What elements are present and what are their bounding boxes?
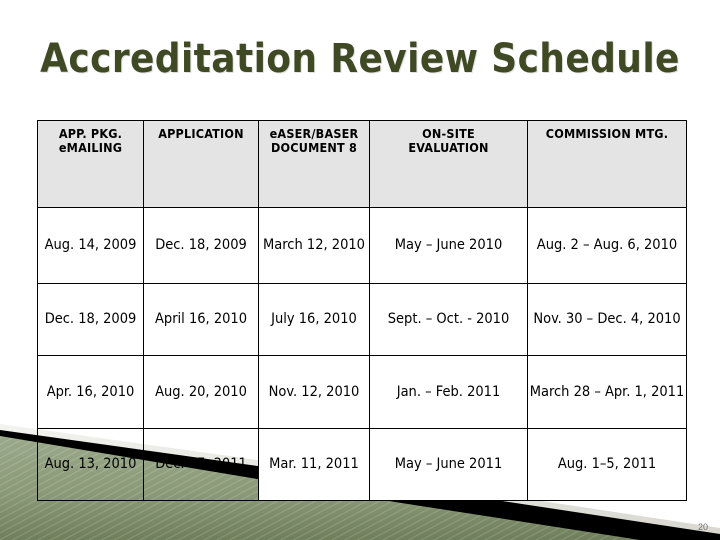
column-header-app-pkg-emailing: APP. PKG. eMAILING bbox=[37, 120, 144, 208]
accreditation-schedule-table: APP. PKG. eMAILING APPLICATION eASER/BAS… bbox=[37, 120, 687, 501]
column-header-on-site-evaluation: ON-SITE EVALUATION bbox=[369, 120, 528, 208]
cell-application: Dec. 18, 2009 bbox=[143, 207, 259, 284]
cell-commission-mtg: Aug. 2 – Aug. 6, 2010 bbox=[527, 207, 687, 284]
table-header-row: APP. PKG. eMAILING APPLICATION eASER/BAS… bbox=[37, 120, 687, 208]
table-row: Dec. 18, 2009 April 16, 2010 July 16, 20… bbox=[37, 283, 687, 356]
cell-on-site-evaluation: Jan. – Feb. 2011 bbox=[369, 355, 528, 429]
cell-commission-mtg: March 28 – Apr. 1, 2011 bbox=[527, 355, 687, 429]
cell-app-pkg-emailing: Dec. 18, 2009 bbox=[37, 283, 144, 356]
page-number: 20 bbox=[697, 522, 708, 532]
column-header-application: APPLICATION bbox=[143, 120, 259, 208]
cell-easer-baser-document: March 12, 2010 bbox=[258, 207, 370, 284]
table-row: Apr. 16, 2010 Aug. 20, 2010 Nov. 12, 201… bbox=[37, 355, 687, 429]
cell-on-site-evaluation: May – June 2011 bbox=[369, 428, 528, 501]
header-line: COMMISSION MTG. bbox=[545, 126, 669, 141]
header-line: ON-SITE bbox=[422, 126, 475, 141]
cell-application: April 16, 2010 bbox=[143, 283, 259, 356]
page-title: Accreditation Review Schedule bbox=[40, 36, 680, 82]
cell-on-site-evaluation: May – June 2010 bbox=[369, 207, 528, 284]
column-header-easer-baser-document: eASER/BASER DOCUMENT 8 bbox=[258, 120, 370, 208]
cell-app-pkg-emailing: Apr. 16, 2010 bbox=[37, 355, 144, 429]
slide-canvas: Accreditation Review Schedule APP. PKG. … bbox=[0, 0, 720, 540]
table-row: Aug. 14, 2009 Dec. 18, 2009 March 12, 20… bbox=[37, 207, 687, 284]
cell-commission-mtg: Nov. 30 – Dec. 4, 2010 bbox=[527, 283, 687, 356]
cell-commission-mtg: Aug. 1–5, 2011 bbox=[527, 428, 687, 501]
header-line: EVALUATION bbox=[408, 140, 489, 155]
header-line: APP. PKG. bbox=[58, 126, 123, 141]
cell-application: Aug. 20, 2010 bbox=[143, 355, 259, 429]
column-header-commission-mtg: COMMISSION MTG. bbox=[527, 120, 687, 208]
header-line: eMAILING bbox=[58, 140, 123, 155]
cell-easer-baser-document: Mar. 11, 2011 bbox=[258, 428, 370, 501]
schedule-table-container: APP. PKG. eMAILING APPLICATION eASER/BAS… bbox=[37, 120, 687, 501]
cell-easer-baser-document: July 16, 2010 bbox=[258, 283, 370, 356]
header-line: APPLICATION bbox=[158, 126, 244, 141]
cell-app-pkg-emailing: Aug. 14, 2009 bbox=[37, 207, 144, 284]
cell-application: Dec. 17, 2011 bbox=[143, 428, 259, 501]
header-line: DOCUMENT 8 bbox=[271, 140, 357, 155]
cell-app-pkg-emailing: Aug. 13, 2010 bbox=[37, 428, 144, 501]
table-row: Aug. 13, 2010 Dec. 17, 2011 Mar. 11, 201… bbox=[37, 428, 687, 501]
cell-easer-baser-document: Nov. 12, 2010 bbox=[258, 355, 370, 429]
cell-on-site-evaluation: Sept. – Oct. - 2010 bbox=[369, 283, 528, 356]
header-line: eASER/BASER bbox=[269, 126, 359, 141]
